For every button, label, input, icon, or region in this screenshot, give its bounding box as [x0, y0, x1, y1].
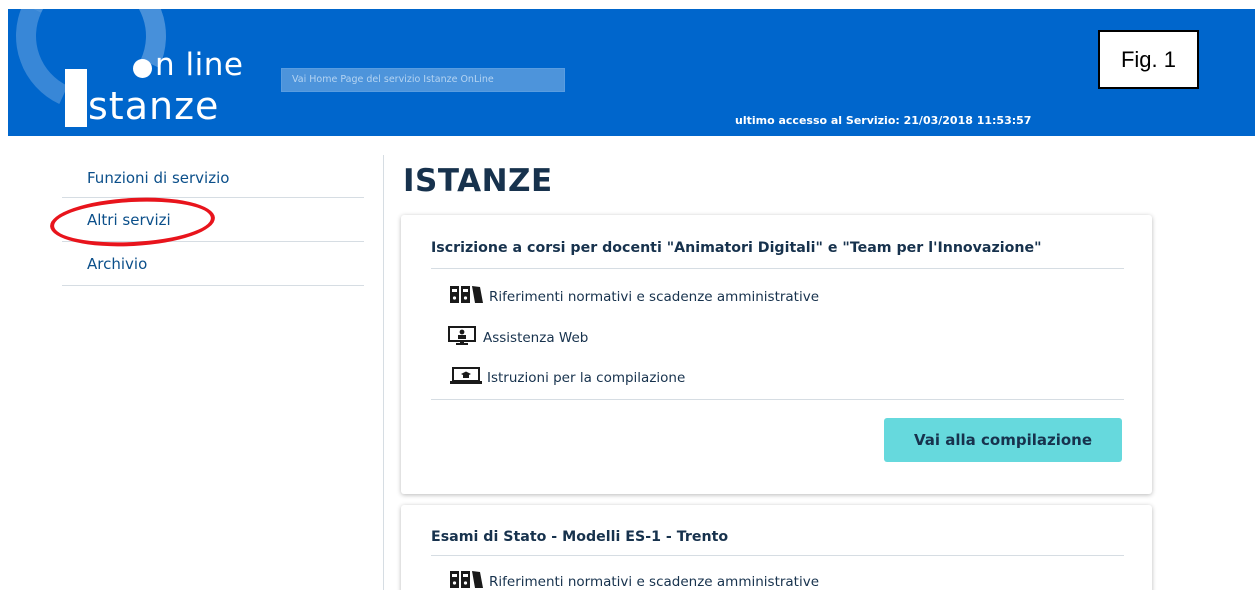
home-page-link[interactable]: Vai Home Page del servizio Istanze OnLin…	[281, 68, 565, 92]
card-link-riferimenti[interactable]: Riferimenti normativi e scadenze amminis…	[449, 570, 819, 590]
header-bar: n line stanze Vai Home Page del servizio…	[8, 9, 1255, 136]
card-link-label: Riferimenti normativi e scadenze amminis…	[489, 288, 820, 305]
sidebar-item-archivio[interactable]: Archivio	[62, 242, 364, 286]
card-divider	[431, 399, 1124, 400]
logo-line1: n line	[155, 47, 244, 83]
istanza-card: Iscrizione a corsi per docenti "Animator…	[401, 215, 1152, 494]
card-link-assistenza-web[interactable]: Assistenza Web	[447, 326, 588, 349]
card-divider	[431, 555, 1124, 556]
binders-icon	[449, 570, 485, 590]
figure-label: Fig. 1	[1098, 30, 1199, 89]
istanza-card: Esami di Stato - Modelli ES-1 - Trento R…	[401, 505, 1152, 590]
istanze-online-logo[interactable]: n line stanze	[8, 9, 268, 136]
card-title: Esami di Stato - Modelli ES-1 - Trento	[431, 529, 729, 545]
binders-icon	[449, 285, 485, 308]
card-link-label: Assistenza Web	[483, 329, 589, 346]
content-divider	[383, 155, 384, 590]
card-divider	[431, 268, 1124, 269]
card-title: Iscrizione a corsi per docenti "Animator…	[431, 240, 1042, 256]
card-link-label: Istruzioni per la compilazione	[487, 369, 686, 386]
laptop-graduation-icon	[449, 366, 483, 389]
logo-line2: stanze	[88, 84, 220, 128]
logo-o-dot	[133, 59, 152, 78]
card-link-riferimenti[interactable]: Riferimenti normativi e scadenze amminis…	[449, 285, 819, 308]
card-link-label: Riferimenti normativi e scadenze amminis…	[489, 573, 820, 590]
card-link-istruzioni[interactable]: Istruzioni per la compilazione	[449, 366, 685, 389]
sidebar-item-funzioni-di-servizio[interactable]: Funzioni di servizio	[62, 156, 364, 198]
logo-i-bar	[65, 69, 87, 127]
page-title: ISTANZE	[403, 163, 553, 199]
monitor-user-icon	[447, 326, 479, 349]
last-access-text: ultimo accesso al Servizio: 21/03/2018 1…	[735, 114, 1032, 127]
vai-alla-compilazione-button[interactable]: Vai alla compilazione	[884, 418, 1122, 462]
